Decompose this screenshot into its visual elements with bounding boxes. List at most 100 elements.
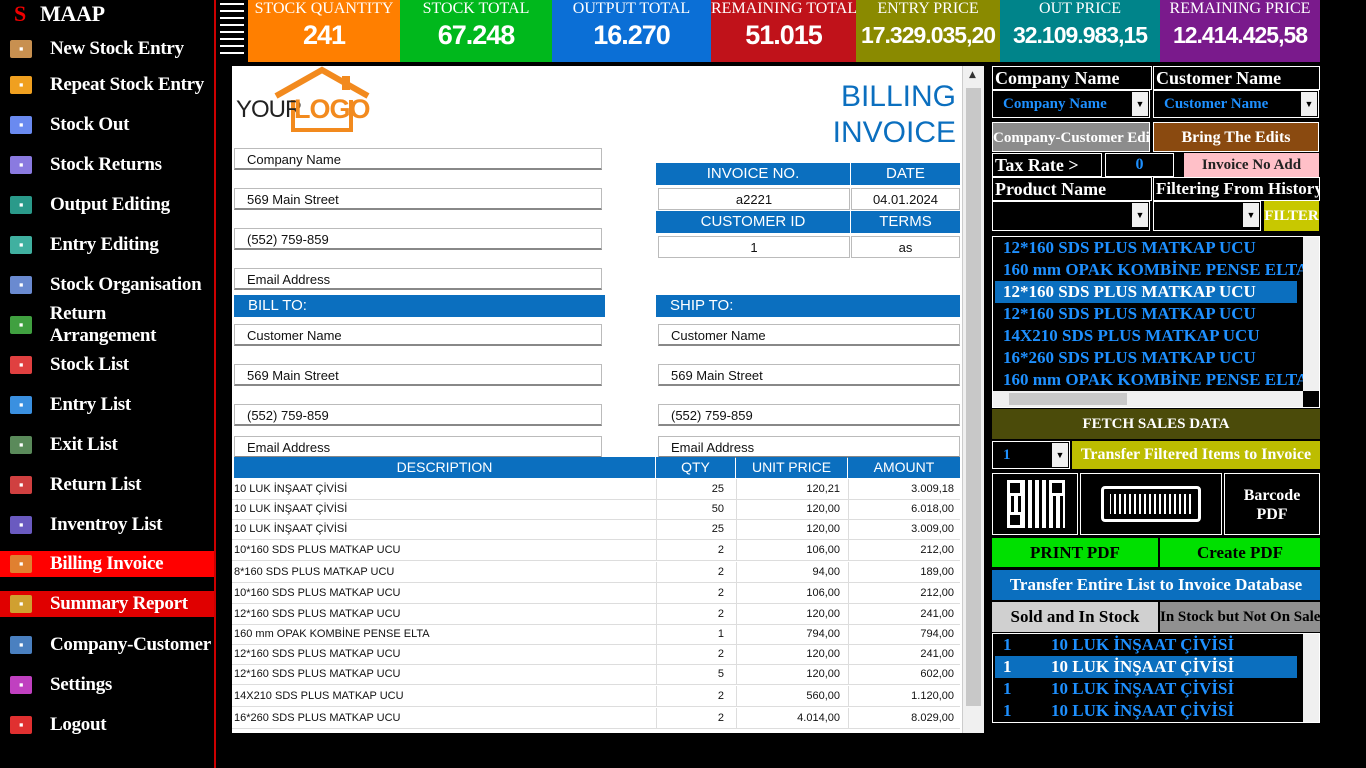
- invoice-document: YOUR LOGO BILLING INVOICE Company Name 5…: [232, 66, 962, 733]
- table-row[interactable]: 10*160 SDS PLUS MATKAP UCU 2 106,00 212,00: [232, 540, 960, 561]
- fetch-sales-data-button[interactable]: FETCH SALES DATA: [992, 409, 1320, 439]
- list-item[interactable]: 14X210 SDS PLUS MATKAP UCU: [995, 325, 1297, 347]
- sidebar-item-stock-out[interactable]: ▪ Stock Out: [0, 112, 214, 138]
- terms-field[interactable]: as: [851, 236, 960, 258]
- stock-status-list[interactable]: 1 10 LUK İNŞAAT ÇİVİSİ 1 10 LUK İNŞAAT ÇİVİ…: [992, 633, 1320, 723]
- list-item[interactable]: 1 10 LUK İNŞAAT ÇİVİSİ: [995, 678, 1297, 700]
- stock-list-icon: ▪: [10, 356, 32, 374]
- barcode-button[interactable]: [1080, 473, 1222, 535]
- customer-id-field[interactable]: 1: [658, 236, 850, 258]
- list-item[interactable]: 12*160 SDS PLUS MATKAP UCU: [995, 303, 1297, 325]
- chevron-down-icon[interactable]: ▼: [1132, 92, 1148, 116]
- line-amount: 602,00: [848, 664, 960, 684]
- table-row[interactable]: 12*160 SDS PLUS MATKAP UCU 5 120,00 602,00: [232, 664, 960, 685]
- list-item[interactable]: 1 10 LUK İNŞAAT ÇİVİSİ: [995, 656, 1297, 678]
- right-panel: Company Name Customer Name Company Name ▼…: [992, 66, 1320, 726]
- in-stock-not-on-sale-button[interactable]: In Stock but Not On Sale: [1160, 602, 1320, 632]
- list-item[interactable]: 12*160 SDS PLUS MATKAP UCU: [995, 237, 1297, 259]
- chevron-down-icon[interactable]: ▼: [1301, 92, 1317, 116]
- sidebar-item-entry-editing[interactable]: ▪ Entry Editing: [0, 232, 214, 258]
- date-field[interactable]: 04.01.2024: [851, 188, 960, 210]
- quantity-combo-value: 1: [1003, 447, 1011, 463]
- company-name-combo[interactable]: Company Name ▼: [992, 90, 1150, 118]
- create-pdf-button[interactable]: Create PDF: [1160, 538, 1320, 567]
- invoice-no-add-button[interactable]: Invoice No Add: [1184, 153, 1319, 177]
- list-item[interactable]: 16*260 SDS PLUS MATKAP UCU: [995, 347, 1297, 369]
- ship-to-name-field[interactable]: Customer Name: [658, 324, 960, 346]
- filter-button[interactable]: FILTER: [1264, 201, 1319, 231]
- list-item[interactable]: 12*160 SDS PLUS MATKAP UCU: [995, 281, 1297, 303]
- scrollbar-thumb[interactable]: [966, 88, 981, 706]
- sidebar-item-settings[interactable]: ▪ Settings: [0, 672, 214, 698]
- bill-to-street-field[interactable]: 569 Main Street: [234, 364, 602, 386]
- list-vertical-scrollbar[interactable]: [1303, 237, 1319, 391]
- line-qty: 1: [656, 624, 730, 644]
- transfer-filtered-items-button[interactable]: Transfer Filtered Items to Invoice: [1072, 441, 1320, 469]
- sidebar-item-entry-list[interactable]: ▪ Entry List: [0, 392, 214, 418]
- sidebar-item-company-customer[interactable]: ▪ Company-Customer: [0, 632, 214, 658]
- table-row[interactable]: 12*160 SDS PLUS MATKAP UCU 2 120,00 241,00: [232, 644, 960, 665]
- chevron-down-icon[interactable]: ▼: [1052, 443, 1068, 467]
- invoice-no-field[interactable]: a2221: [658, 188, 850, 210]
- sidebar-item-exit-list[interactable]: ▪ Exit List: [0, 432, 214, 458]
- company-email-field[interactable]: Email Address: [234, 268, 602, 290]
- print-pdf-button[interactable]: PRINT PDF: [992, 538, 1158, 567]
- sidebar-item-output-editing[interactable]: ▪ Output Editing: [0, 192, 214, 218]
- table-row[interactable]: 8*160 SDS PLUS MATKAP UCU 2 94,00 189,00: [232, 562, 960, 583]
- filtering-history-combo[interactable]: ▼: [1153, 201, 1261, 231]
- col-description-header: DESCRIPTION: [234, 457, 655, 478]
- customer-name-combo[interactable]: Customer Name ▼: [1153, 90, 1319, 118]
- quantity-combo[interactable]: 1 ▼: [992, 441, 1070, 469]
- table-row[interactable]: 10*160 SDS PLUS MATKAP UCU 2 106,00 212,00: [232, 583, 960, 604]
- sidebar-item-billing-invoice[interactable]: ▪ Billing Invoice: [0, 551, 214, 577]
- table-row[interactable]: 14X210 SDS PLUS MATKAP UCU 2 560,00 1.120,0…: [232, 686, 960, 707]
- table-row[interactable]: 10 LUK İNŞAAT ÇİVİSİ 25 120,21 3.009,18: [232, 479, 960, 500]
- sidebar-item-stock-returns[interactable]: ▪ Stock Returns: [0, 152, 214, 178]
- barcode-pdf-button[interactable]: Barcode PDF: [1224, 473, 1320, 535]
- sold-and-in-stock-button[interactable]: Sold and In Stock: [992, 602, 1158, 632]
- list-item[interactable]: 1 10 LUK İNŞAAT ÇİVİSİ: [995, 634, 1297, 656]
- sidebar-item-repeat-stock-entry[interactable]: ▪ Repeat Stock Entry: [0, 72, 214, 98]
- sidebar-item-new-stock-entry[interactable]: ▪ New Stock Entry: [0, 36, 214, 62]
- chevron-down-icon[interactable]: ▼: [1243, 203, 1259, 227]
- ship-to-email-field[interactable]: Email Address: [658, 436, 960, 458]
- company-street-field[interactable]: 569 Main Street: [234, 188, 602, 210]
- sidebar-item-logout[interactable]: ▪ Logout: [0, 712, 214, 738]
- table-row[interactable]: 12*160 SDS PLUS MATKAP UCU 2 120,00 241,00: [232, 604, 960, 625]
- list-item[interactable]: 160 mm OPAK KOMBİNE PENSE ELTA: [995, 369, 1308, 391]
- list-item[interactable]: 160 mm OPAK KOMBİNE PENSE ELTA: [995, 259, 1308, 281]
- sidebar-item-stock-organisation[interactable]: ▪ Stock Organisation: [0, 272, 214, 298]
- company-customer-edit-button[interactable]: Company-Customer Edit: [992, 122, 1150, 152]
- product-history-list[interactable]: 12*160 SDS PLUS MATKAP UCU 160 mm OPAK KO…: [992, 236, 1320, 408]
- list-item[interactable]: 1 10 LUK İNŞAAT ÇİVİSİ: [995, 700, 1297, 722]
- company-phone-field[interactable]: (552) 759-859: [234, 228, 602, 250]
- ship-to-phone-field[interactable]: (552) 759-859: [658, 404, 960, 426]
- bring-the-edits-button[interactable]: Bring The Edits: [1153, 122, 1319, 152]
- sidebar-item-summary-report[interactable]: ▪ Summary Report: [0, 591, 214, 617]
- sidebar-item-label: Repeat Stock Entry: [50, 74, 204, 95]
- stock-list-scrollbar[interactable]: [1303, 634, 1319, 722]
- scroll-up-icon[interactable]: ▲: [969, 70, 976, 80]
- sidebar-item-return-list[interactable]: ▪ Return List: [0, 472, 214, 498]
- table-row[interactable]: 10 LUK İNŞAAT ÇİVİSİ 25 120,00 3.009,00: [232, 519, 960, 540]
- transfer-entire-list-button[interactable]: Transfer Entire List to Invoice Database: [992, 570, 1320, 600]
- bill-to-name-field[interactable]: Customer Name: [234, 324, 602, 346]
- ship-to-street-field[interactable]: 569 Main Street: [658, 364, 960, 386]
- list-horizontal-scrollbar[interactable]: [993, 391, 1303, 407]
- hamburger-menu-icon[interactable]: [218, 0, 246, 62]
- qr-code-button[interactable]: [992, 473, 1078, 535]
- tax-rate-input[interactable]: 0: [1105, 153, 1174, 177]
- table-row[interactable]: 16*260 SDS PLUS MATKAP UCU 2 4.014,00 8.029…: [232, 708, 960, 729]
- sidebar-item-return-arrangement[interactable]: ▪ Return Arrangement: [0, 303, 214, 346]
- table-row[interactable]: 160 mm OPAK KOMBİNE PENSE ELTA 1 794,00 794…: [232, 624, 960, 645]
- sidebar-item-stock-list[interactable]: ▪ Stock List: [0, 352, 214, 378]
- kpi-value: 51.015: [745, 20, 823, 50]
- product-name-combo[interactable]: ▼: [992, 201, 1150, 231]
- bill-to-phone-field[interactable]: (552) 759-859: [234, 404, 602, 426]
- table-row[interactable]: 10 LUK İNŞAAT ÇİVİSİ 50 120,00 6.018,00: [232, 499, 960, 520]
- invoice-scrollbar[interactable]: ▲: [962, 66, 984, 733]
- chevron-down-icon[interactable]: ▼: [1132, 203, 1148, 227]
- bill-to-email-field[interactable]: Email Address: [234, 436, 602, 458]
- sidebar-item-inventory-list[interactable]: ▪ Inventroy List: [0, 512, 214, 538]
- company-name-field[interactable]: Company Name: [234, 148, 602, 170]
